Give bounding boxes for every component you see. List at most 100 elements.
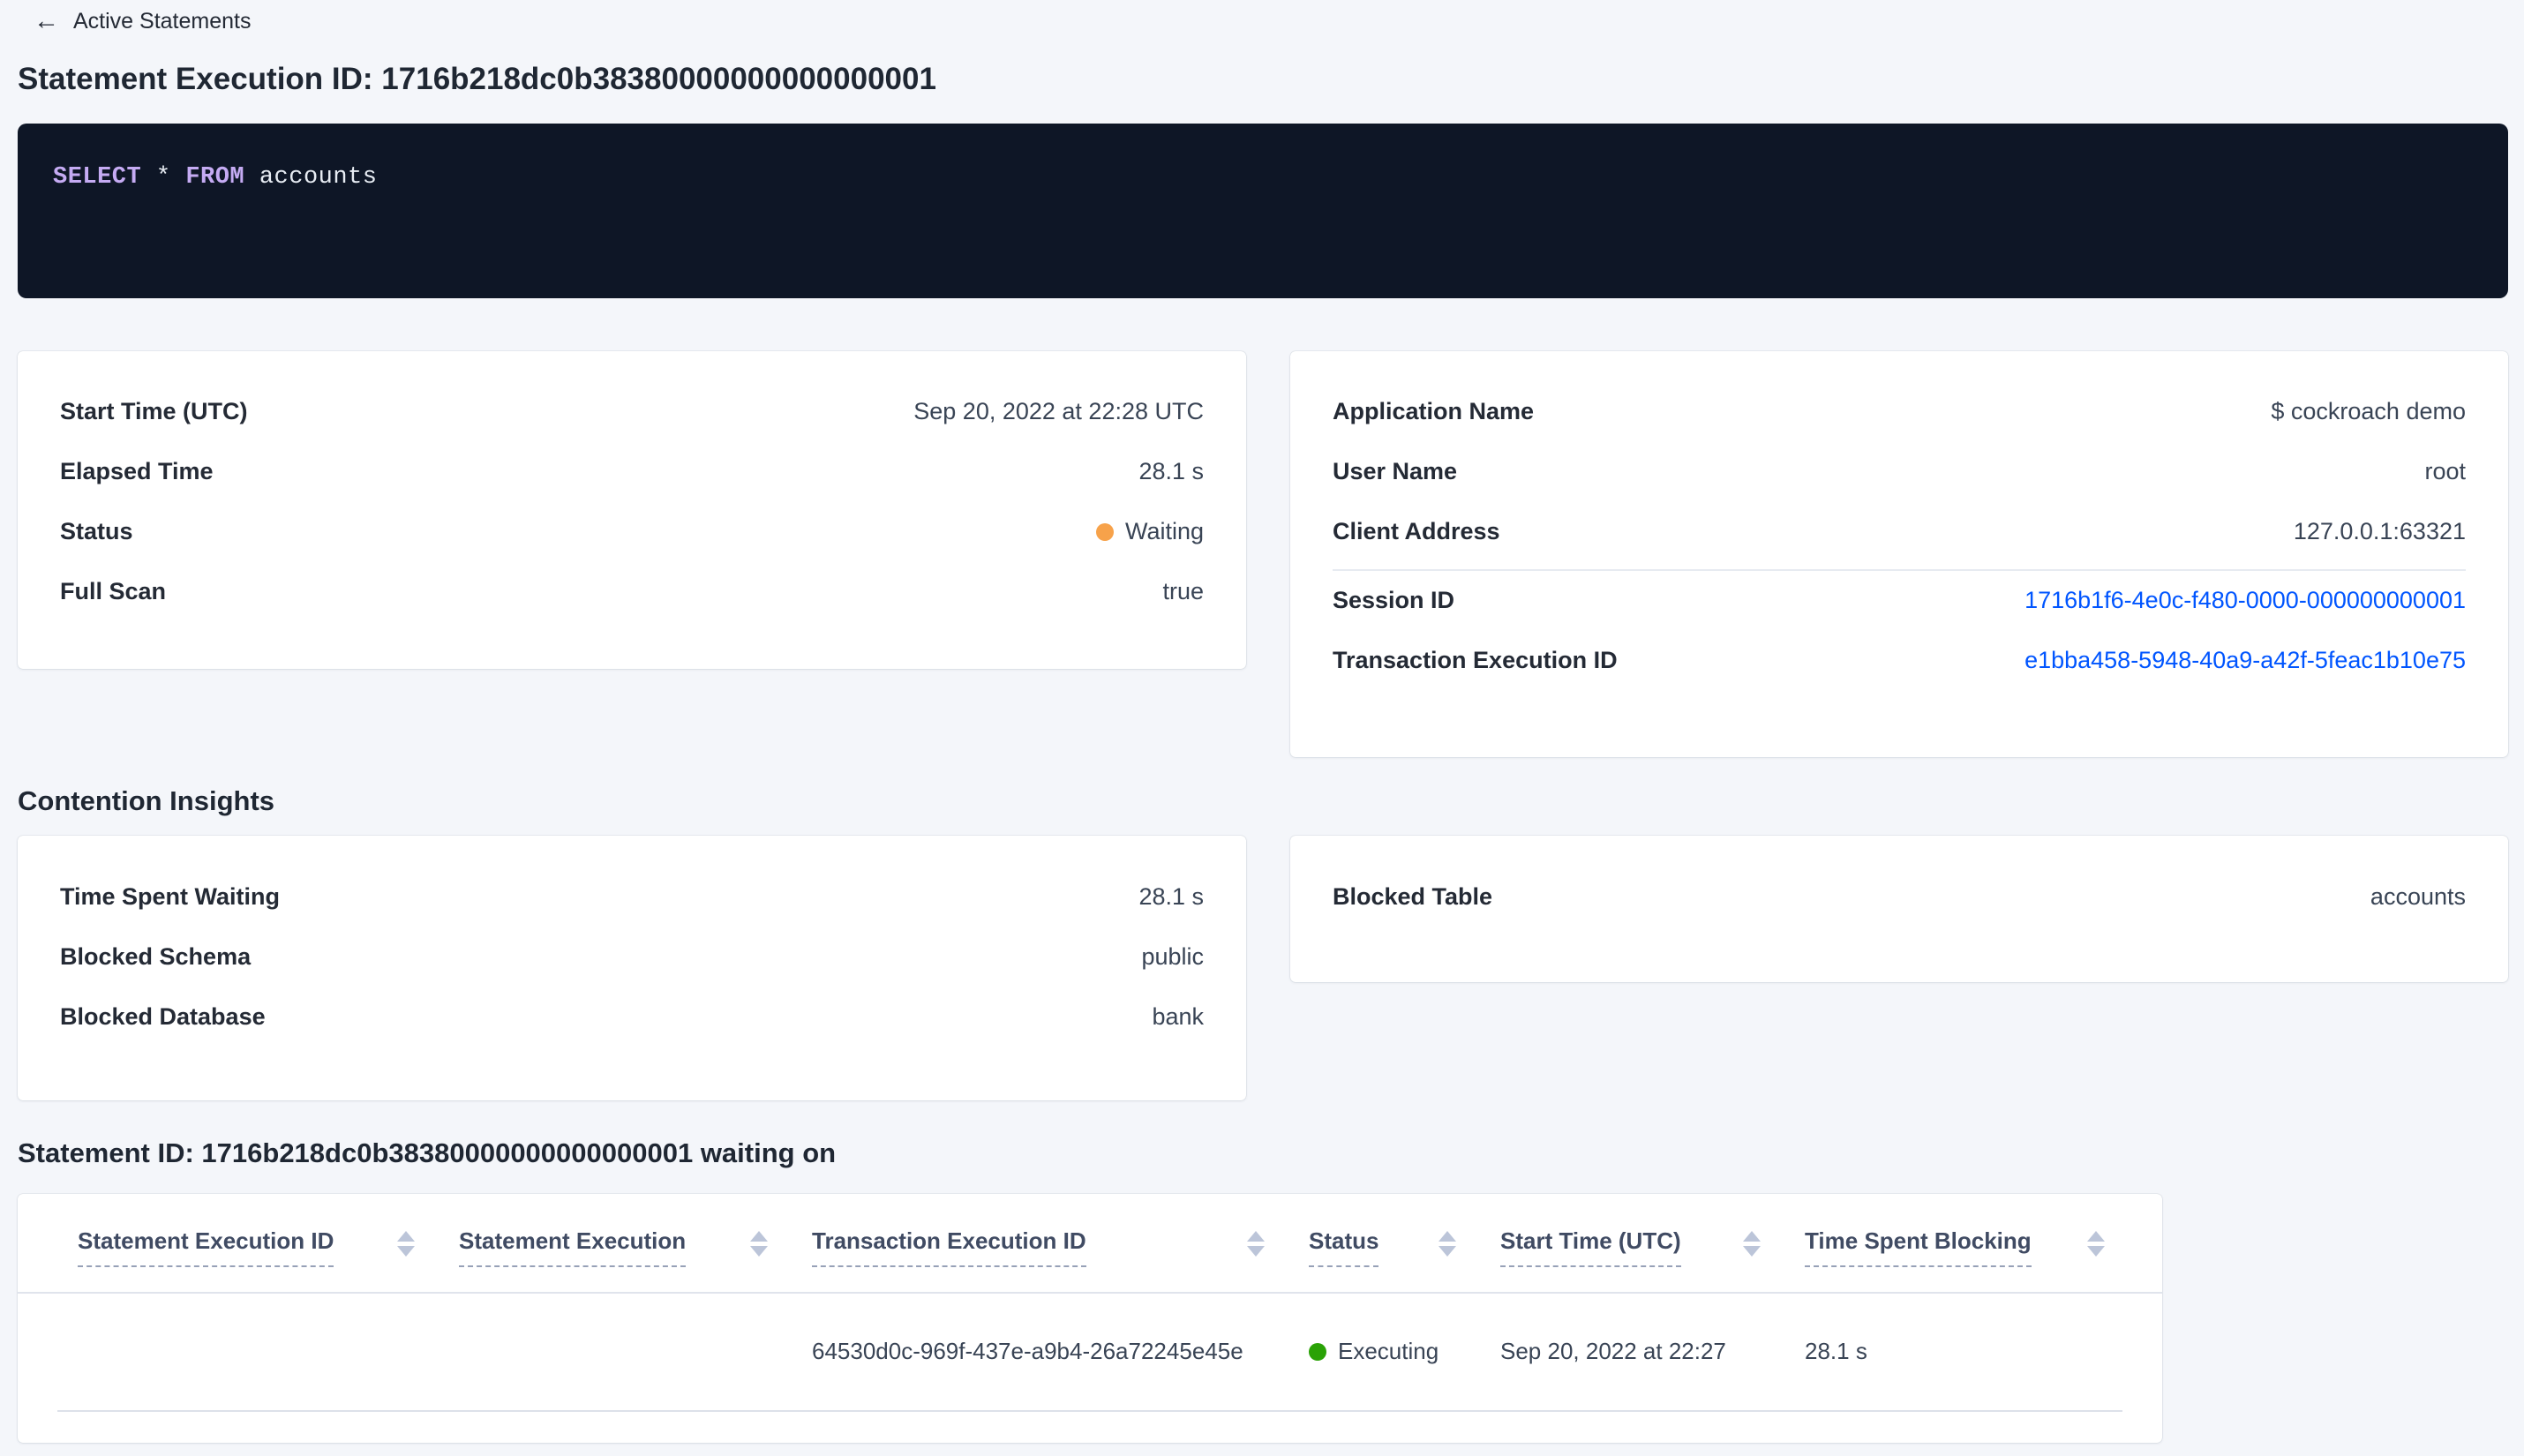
cell-start-time: Sep 20, 2022 at 22:27 <box>1500 1338 1726 1365</box>
column-header-statement-execution-id[interactable]: Statement Execution ID <box>78 1227 459 1267</box>
statement-details-page: ← Active Statements Statement Execution … <box>0 0 2524 1443</box>
sql-statement-box: SELECT * FROM accounts <box>18 123 2508 298</box>
sort-icon[interactable] <box>1743 1230 1761 1257</box>
table-header-row: Statement Execution ID Statement Executi… <box>18 1194 2162 1294</box>
elapsed-time-label: Elapsed Time <box>60 458 214 484</box>
blocked-database-row: Blocked Database bank <box>60 987 1204 1047</box>
blocked-table-label: Blocked Table <box>1333 882 1493 910</box>
sort-icon[interactable] <box>750 1230 768 1257</box>
contention-left-card: Time Spent Waiting 28.1 s Blocked Schema… <box>18 836 1246 1101</box>
sort-up-icon <box>1247 1230 1265 1242</box>
status-value: Waiting <box>1095 518 1204 545</box>
session-id-row: Session ID 1716b1f6-4e0c-f480-0000-00000… <box>1333 571 2466 631</box>
sort-up-icon <box>750 1230 768 1242</box>
full-scan-label: Full Scan <box>60 578 167 604</box>
blocked-table-value: accounts <box>2370 882 2466 910</box>
status-text: Executing <box>1338 1338 1439 1365</box>
client-address-label: Client Address <box>1333 518 1500 544</box>
application-name-row: Application Name $ cockroach demo <box>1333 382 2466 442</box>
cell-status: Executing <box>1309 1338 1500 1365</box>
sql-star: * <box>155 163 171 191</box>
execution-summary-card: Start Time (UTC) Sep 20, 2022 at 22:28 U… <box>18 350 1246 669</box>
user-name-label: User Name <box>1333 458 1458 484</box>
back-link[interactable]: ← Active Statements <box>34 9 251 34</box>
time-spent-waiting-value: 28.1 s <box>1138 882 1204 910</box>
start-time-value: Sep 20, 2022 at 22:28 UTC <box>913 398 1204 424</box>
status-value: Executing <box>1309 1338 1456 1365</box>
waiting-on-table: Statement Execution ID Statement Executi… <box>18 1193 2162 1443</box>
time-spent-waiting-row: Time Spent Waiting 28.1 s <box>60 867 1204 927</box>
sort-down-icon <box>397 1245 415 1257</box>
sort-down-icon <box>1247 1245 1265 1257</box>
column-header-time-spent-blocking[interactable]: Time Spent Blocking <box>1805 1227 2149 1267</box>
blocked-schema-value: public <box>1141 942 1204 970</box>
sort-icon[interactable] <box>397 1230 415 1257</box>
sort-down-icon <box>2087 1245 2105 1257</box>
elapsed-time-value: 28.1 s <box>1138 458 1204 484</box>
session-id-label: Session ID <box>1333 587 1455 613</box>
blocked-database-label: Blocked Database <box>60 1002 266 1030</box>
session-summary-card: Application Name $ cockroach demo User N… <box>1290 350 2508 757</box>
sort-up-icon <box>397 1230 415 1242</box>
column-label[interactable]: Statement Execution <box>459 1227 687 1267</box>
full-scan-row: Full Scan true <box>60 562 1204 622</box>
application-name-label: Application Name <box>1333 398 1535 424</box>
application-name-value: $ cockroach demo <box>2271 398 2466 424</box>
full-scan-value: true <box>1162 578 1204 604</box>
row-divider <box>57 1409 2122 1412</box>
sort-up-icon <box>1439 1230 1456 1242</box>
start-time-label: Start Time (UTC) <box>60 398 248 424</box>
user-name-value: root <box>2424 458 2466 484</box>
blocked-database-value: bank <box>1152 1002 1204 1030</box>
sort-down-icon <box>1743 1245 1761 1257</box>
page-title: Statement Execution ID: 1716b218dc0b3838… <box>18 62 936 96</box>
client-address-value: 127.0.0.1:63321 <box>2293 518 2466 544</box>
back-link-label: Active Statements <box>73 9 252 34</box>
summary-cards-row: Start Time (UTC) Sep 20, 2022 at 22:28 U… <box>18 350 2508 757</box>
column-label[interactable]: Transaction Execution ID <box>812 1227 1086 1267</box>
client-address-row: Client Address 127.0.0.1:63321 <box>1333 502 2466 562</box>
session-id-link[interactable]: 1716b1f6-4e0c-f480-0000-000000000001 <box>2024 587 2466 614</box>
blocked-schema-row: Blocked Schema public <box>60 927 1204 987</box>
status-label: Status <box>60 518 133 544</box>
sql-table-name: accounts <box>259 163 378 191</box>
waiting-status-dot-icon <box>1095 522 1114 541</box>
transaction-execution-id-label: Transaction Execution ID <box>1333 647 1618 673</box>
contention-right-card: Blocked Table accounts <box>1290 836 2508 983</box>
left-arrow-icon: ← <box>34 7 59 35</box>
sort-icon[interactable] <box>1247 1230 1265 1257</box>
column-label[interactable]: Statement Execution ID <box>78 1227 334 1267</box>
table-row: 64530d0c-969f-437e-a9b4-26a72245e45e Exe… <box>18 1294 2162 1410</box>
sql-keyword: FROM <box>185 163 245 191</box>
column-header-status[interactable]: Status <box>1309 1227 1500 1267</box>
status-row: Status Waiting <box>60 502 1204 562</box>
elapsed-time-row: Elapsed Time 28.1 s <box>60 442 1204 502</box>
cell-time-spent-blocking: 28.1 s <box>1805 1338 1867 1365</box>
sort-up-icon <box>2087 1230 2105 1242</box>
user-name-row: User Name root <box>1333 442 2466 502</box>
status-text: Waiting <box>1124 518 1204 544</box>
column-label[interactable]: Start Time (UTC) <box>1500 1227 1681 1267</box>
contention-cards-row: Time Spent Waiting 28.1 s Blocked Schema… <box>18 836 2508 1101</box>
transaction-execution-id-row: Transaction Execution ID e1bba458-5948-4… <box>1333 631 2466 691</box>
transaction-execution-id-link[interactable]: e1bba458-5948-40a9-a42f-5feac1b10e75 <box>2024 647 2466 674</box>
cell-transaction-execution-id: 64530d0c-969f-437e-a9b4-26a72245e45e <box>812 1338 1243 1365</box>
time-spent-waiting-label: Time Spent Waiting <box>60 882 281 910</box>
sort-up-icon <box>1743 1230 1761 1242</box>
sort-down-icon <box>750 1245 768 1257</box>
blocked-schema-label: Blocked Schema <box>60 942 252 970</box>
executing-status-dot-icon <box>1309 1342 1326 1361</box>
column-label[interactable]: Status <box>1309 1227 1379 1267</box>
sort-icon[interactable] <box>2087 1230 2105 1257</box>
contention-insights-heading: Contention Insights <box>18 784 275 816</box>
sort-down-icon <box>1439 1245 1456 1257</box>
column-label[interactable]: Time Spent Blocking <box>1805 1227 2032 1267</box>
waiting-on-heading: Statement ID: 1716b218dc0b38380000000000… <box>18 1137 837 1169</box>
start-time-row: Start Time (UTC) Sep 20, 2022 at 22:28 U… <box>60 382 1204 442</box>
sql-keyword: SELECT <box>53 163 142 191</box>
column-header-transaction-execution-id[interactable]: Transaction Execution ID <box>812 1227 1309 1267</box>
blocked-table-row: Blocked Table accounts <box>1333 867 2466 927</box>
column-header-start-time[interactable]: Start Time (UTC) <box>1500 1227 1805 1267</box>
column-header-statement-execution[interactable]: Statement Execution <box>459 1227 812 1267</box>
sort-icon[interactable] <box>1439 1230 1456 1257</box>
